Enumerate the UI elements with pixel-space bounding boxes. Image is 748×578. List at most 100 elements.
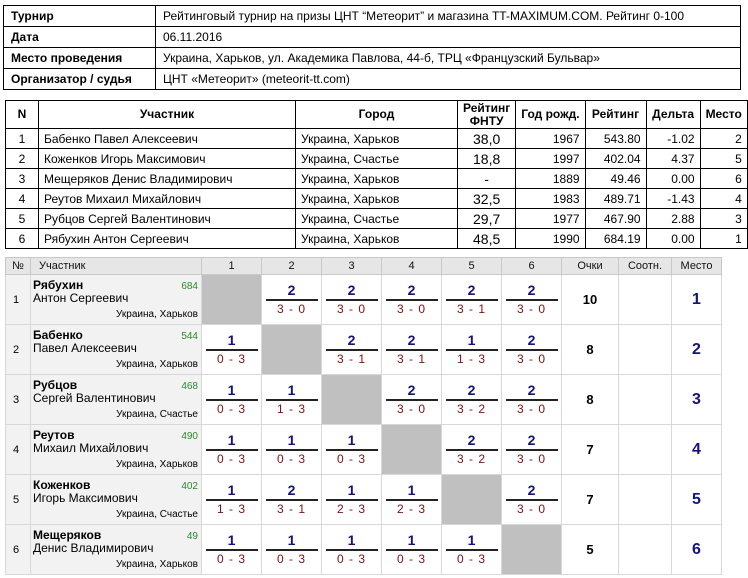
game-result-cell: 2 3 - 0 — [261, 274, 322, 325]
game-points: 1 — [227, 381, 236, 398]
cross-header-ratio: Соотн. — [618, 257, 672, 275]
participant-name: Реутов Михаил Михайлович — [38, 188, 296, 209]
self-match-cell — [381, 424, 442, 475]
cross-header-col: 4 — [381, 257, 442, 275]
player-rating: 402 — [181, 481, 198, 492]
total-points: 7 — [561, 424, 619, 475]
total-points: 10 — [561, 274, 619, 325]
participant-name: Рябухин Антон Сергеевич — [38, 228, 296, 249]
participant-row: 1 Бабенко Павел Алексеевич Украина, Харько… — [5, 128, 748, 149]
game-points: 2 — [407, 381, 416, 398]
game-points: 2 — [527, 281, 536, 298]
game-points: 2 — [287, 481, 296, 498]
self-match-cell — [321, 374, 382, 425]
participant-birth-year: 1977 — [515, 208, 586, 229]
game-result-cell: 1 0 - 3 — [201, 424, 262, 475]
player-rating: 49 — [186, 531, 198, 542]
info-value: Рейтинговый турнир на призы ЦНТ “Метеори… — [155, 5, 741, 27]
ratio-value — [618, 274, 672, 325]
participant-name: Мещеряков Денис Владимирович — [38, 168, 296, 189]
col-header-fntu-line2: ФНТУ — [469, 113, 504, 128]
participant-number: 3 — [5, 168, 39, 189]
participant-delta: 0.00 — [645, 168, 701, 189]
participant-rating: 543.80 — [584, 128, 647, 149]
participant-delta: 4.37 — [645, 148, 701, 169]
game-result-cell: 2 3 - 1 — [441, 274, 502, 325]
cross-player-cell: Бабенко Павел Алексеевич 544 Украина, Харьк… — [30, 324, 202, 375]
game-points: 1 — [227, 531, 236, 548]
player-city: Украина, Харьков — [116, 309, 198, 320]
participant-name: Рубцов Сергей Валентинович — [38, 208, 296, 229]
player-rating: 684 — [181, 281, 198, 292]
player-city: Украина, Счастье — [116, 409, 198, 420]
game-score: 0 - 3 — [216, 351, 246, 366]
game-score: 0 - 3 — [276, 551, 306, 566]
self-match-cell — [501, 524, 562, 575]
col-header-fntu-line1: Рейтинг — [463, 100, 511, 115]
participant-birth-year: 1990 — [515, 228, 586, 249]
game-points: 1 — [227, 481, 236, 498]
game-points: 1 — [287, 431, 296, 448]
participant-row: 4 Реутов Михаил Михайлович Украина, Харько… — [5, 188, 748, 209]
game-points: 1 — [467, 331, 476, 348]
info-row-date: Дата 06.11.2016 — [3, 26, 741, 48]
participant-fntu-rating: 32,5 — [456, 188, 517, 209]
participant-number: 6 — [5, 228, 39, 249]
participant-fntu-rating: - — [456, 168, 517, 189]
player-rating: 490 — [181, 431, 198, 442]
game-points: 2 — [347, 281, 356, 298]
participants-header-row: N Участник Город Рейтинг ФНТУ Год рожд. … — [5, 100, 748, 129]
player-first-name: Денис Владимирович — [33, 541, 154, 555]
game-score: 1 - 3 — [216, 501, 246, 516]
cross-row-number: 4 — [5, 424, 31, 475]
cross-row-number: 5 — [5, 474, 31, 525]
player-first-name: Михаил Михайлович — [33, 441, 149, 455]
participant-birth-year: 1997 — [515, 148, 586, 169]
final-place: 4 — [671, 424, 722, 475]
info-value: ЦНТ «Метеорит» (meteorit-tt.com) — [155, 68, 741, 90]
info-value: 06.11.2016 — [155, 26, 741, 48]
info-label: Дата — [3, 26, 156, 48]
ratio-value — [618, 424, 672, 475]
ratio-value — [618, 524, 672, 575]
total-points: 8 — [561, 374, 619, 425]
final-place: 6 — [671, 524, 722, 575]
info-label: Место проведения — [3, 47, 156, 69]
info-value: Украина, Харьков, ул. Академика Павлова,… — [155, 47, 741, 69]
game-score: 0 - 3 — [276, 451, 306, 466]
game-points: 1 — [347, 531, 356, 548]
game-score: 0 - 3 — [216, 551, 246, 566]
game-points: 2 — [467, 431, 476, 448]
player-city: Украина, Харьков — [116, 459, 198, 470]
participant-row: 2 Коженков Игорь Максимович Украина, Счаст… — [5, 148, 748, 169]
cross-header-name: Участник — [30, 257, 202, 275]
self-match-cell — [201, 274, 262, 325]
player-city: Украина, Счастье — [116, 509, 198, 520]
participant-place: 4 — [699, 188, 748, 209]
total-points: 8 — [561, 324, 619, 375]
participant-city: Украина, Счастье — [295, 208, 458, 229]
game-result-cell: 1 0 - 3 — [201, 374, 262, 425]
game-result-cell: 2 3 - 0 — [321, 274, 382, 325]
participant-fntu-rating: 18,8 — [456, 148, 517, 169]
participant-number: 2 — [5, 148, 39, 169]
game-score: 3 - 0 — [516, 401, 546, 416]
game-score: 3 - 0 — [276, 301, 306, 316]
participant-birth-year: 1967 — [515, 128, 586, 149]
col-header-place: Место — [699, 100, 748, 129]
game-result-cell: 1 0 - 3 — [201, 324, 262, 375]
game-points: 1 — [407, 481, 416, 498]
game-score: 3 - 0 — [396, 401, 426, 416]
game-result-cell: 2 3 - 0 — [501, 474, 562, 525]
participant-place: 5 — [699, 148, 748, 169]
cross-player-cell: Реутов Михаил Михайлович 490 Украина, Харьк… — [30, 424, 202, 475]
game-result-cell: 1 0 - 3 — [321, 524, 382, 575]
game-points: 1 — [467, 531, 476, 548]
info-row-venue: Место проведения Украина, Харьков, ул. А… — [3, 47, 741, 69]
cross-header-points: Очки — [561, 257, 619, 275]
col-header-rating: Рейтинг — [584, 100, 647, 129]
game-points: 2 — [527, 431, 536, 448]
cross-player-cell: Мещеряков Денис Владимирович 49 Украина, Ха… — [30, 524, 202, 575]
game-points: 2 — [287, 281, 296, 298]
participant-birth-year: 1983 — [515, 188, 586, 209]
